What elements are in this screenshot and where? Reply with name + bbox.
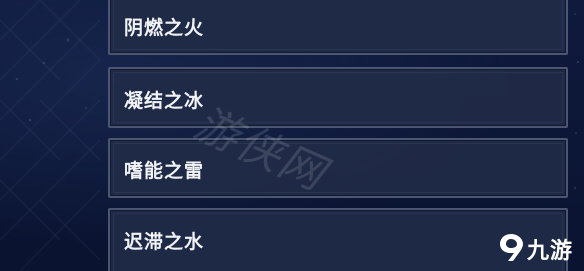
option-energy-thunder[interactable]: 嗜能之雷	[108, 138, 568, 198]
option-label: 凝结之冰	[124, 90, 205, 112]
brand-logo: 九游	[496, 230, 580, 266]
brand-text: 九游	[527, 239, 574, 264]
option-smoldering-fire[interactable]: 阴燃之火	[108, 0, 568, 55]
nine-game-logo-icon	[500, 234, 523, 261]
option-label: 阴燃之火	[124, 17, 205, 39]
option-label: 嗜能之雷	[124, 160, 205, 182]
option-condensed-ice[interactable]: 凝结之冰	[108, 67, 568, 128]
option-label: 迟滞之水	[124, 231, 205, 253]
